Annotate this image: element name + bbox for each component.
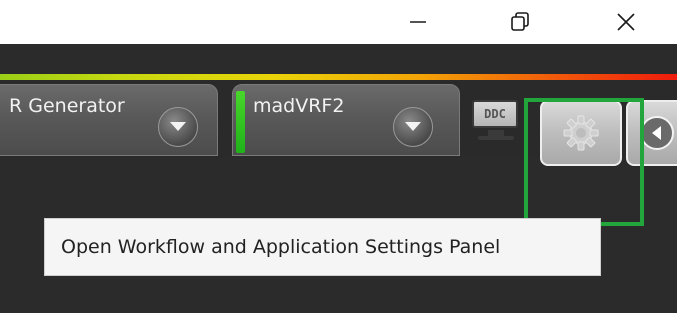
tab-label: R Generator [9,95,125,117]
chevron-down-icon [170,122,186,131]
settings-tooltip: Open Workflow and Application Settings P… [44,218,601,276]
minimize-icon [410,21,426,23]
chevron-down-icon [405,122,421,131]
window-titlebar [0,0,677,44]
tab-label: madVRF2 [253,95,345,117]
restore-button[interactable] [490,0,550,44]
close-button[interactable] [596,0,656,44]
nav-circle [640,116,674,150]
ddc-monitor-icon: DDC [472,100,518,128]
tooltip-text: Open Workflow and Application Settings P… [61,236,501,258]
tab-madvrf2[interactable]: madVRF2 [232,84,460,156]
ddc-button[interactable]: DDC [470,96,522,144]
tab-dropdown-button[interactable] [393,107,433,147]
restore-icon [511,12,529,31]
close-icon [617,13,635,31]
ddc-label: DDC [484,107,506,121]
status-indicator [236,91,245,153]
tab-dropdown-button[interactable] [158,107,198,147]
monitor-base [478,136,514,140]
minimize-button[interactable] [388,0,448,44]
chevron-left-icon [652,126,661,140]
settings-highlight-box [524,98,644,226]
tab-generator[interactable]: R Generator [0,84,218,156]
